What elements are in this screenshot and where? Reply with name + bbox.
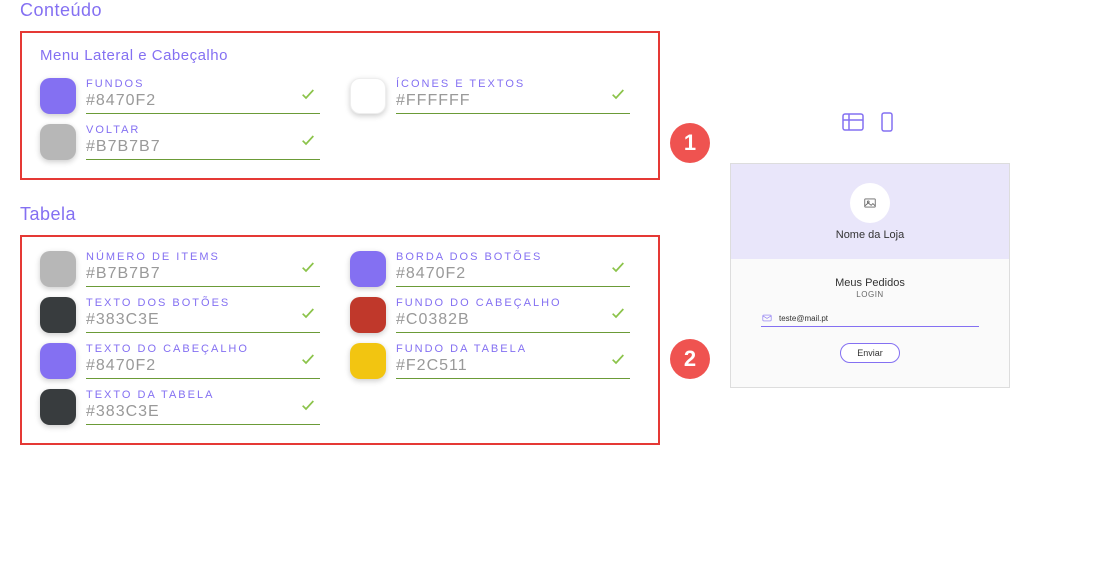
preview-body-title: Meus Pedidos	[835, 277, 905, 289]
color-input[interactable]: BORDA DOS BOTÕES #8470F2	[396, 251, 630, 287]
field-value: #B7B7B7	[86, 138, 320, 156]
tabela-field: TEXTO DOS BOTÕES #383C3E	[40, 297, 320, 333]
color-input[interactable]: TEXTO DOS BOTÕES #383C3E	[86, 297, 320, 333]
check-icon	[298, 259, 318, 280]
tabela-field: FUNDO DO CABEÇALHO #C0382B	[350, 297, 630, 333]
menu-section-title: Menu Lateral e Cabeçalho	[40, 47, 640, 64]
check-icon	[608, 86, 628, 107]
color-input[interactable]: FUNDO DO CABEÇALHO #C0382B	[396, 297, 630, 333]
mail-icon	[761, 313, 773, 323]
color-swatch[interactable]	[350, 297, 386, 333]
check-icon	[298, 86, 318, 107]
tabela-field: BORDA DOS BOTÕES #8470F2	[350, 251, 630, 287]
field-label: ÍCONES E TEXTOS	[396, 78, 630, 90]
page-title: Conteúdo	[20, 0, 660, 21]
preview-email-value: teste@mail.pt	[779, 314, 828, 323]
color-swatch[interactable]	[40, 124, 76, 160]
field-label: BORDA DOS BOTÕES	[396, 251, 630, 263]
menu-field: FUNDOS #8470F2	[40, 78, 320, 114]
color-input[interactable]: ÍCONES E TEXTOS #FFFFFF	[396, 78, 630, 114]
check-icon	[608, 259, 628, 280]
tabela-field: TEXTO DA TABELA #383C3E	[40, 389, 320, 425]
preview-send-button[interactable]: Enviar	[840, 343, 900, 363]
color-input[interactable]: TEXTO DO CABEÇALHO #8470F2	[86, 343, 320, 379]
preview-body-subtitle: LOGIN	[856, 290, 883, 299]
color-swatch[interactable]	[40, 78, 76, 114]
color-swatch[interactable]	[350, 78, 386, 114]
field-value: #FFFFFF	[396, 92, 630, 110]
menu-section-box: 1 Menu Lateral e Cabeçalho FUNDOS#8470F2…	[20, 31, 660, 180]
color-input[interactable]: FUNDO DA TABELA #F2C511	[396, 343, 630, 379]
field-value: #383C3E	[86, 403, 320, 421]
field-label: TEXTO DO CABEÇALHO	[86, 343, 320, 355]
field-value: #F2C511	[396, 357, 630, 375]
field-value: #8470F2	[396, 265, 630, 283]
tabela-field: FUNDO DA TABELA #F2C511	[350, 343, 630, 379]
preview-email-input[interactable]: teste@mail.pt	[761, 313, 979, 327]
menu-field: ÍCONES E TEXTOS #FFFFFF	[350, 78, 630, 114]
color-swatch[interactable]	[350, 343, 386, 379]
field-label: FUNDO DO CABEÇALHO	[396, 297, 630, 309]
check-icon	[298, 351, 318, 372]
preview-store-name: Nome da Loja	[836, 229, 905, 241]
field-value: #383C3E	[86, 311, 320, 329]
color-swatch[interactable]	[40, 343, 76, 379]
field-value: #B7B7B7	[86, 265, 320, 283]
color-input[interactable]: FUNDOS #8470F2	[86, 78, 320, 114]
field-label: NÚMERO DE ITEMS	[86, 251, 320, 263]
preview-panel: Nome da Loja Meus Pedidos LOGIN teste@ma…	[730, 163, 1010, 388]
color-input[interactable]: NÚMERO DE ITEMS #B7B7B7	[86, 251, 320, 287]
check-icon	[298, 132, 318, 153]
field-label: TEXTO DA TABELA	[86, 389, 320, 401]
preview-logo	[850, 183, 890, 223]
field-value: #8470F2	[86, 92, 320, 110]
color-input[interactable]: VOLTAR #B7B7B7	[86, 124, 320, 160]
check-icon	[298, 305, 318, 326]
tabela-field: TEXTO DO CABEÇALHO #8470F2	[40, 343, 320, 379]
desktop-view-icon[interactable]	[841, 110, 865, 139]
preview-header: Nome da Loja	[731, 164, 1009, 259]
mobile-view-icon[interactable]	[875, 110, 899, 139]
color-swatch[interactable]	[40, 297, 76, 333]
check-icon	[608, 351, 628, 372]
field-label: FUNDO DA TABELA	[396, 343, 630, 355]
color-input[interactable]: TEXTO DA TABELA #383C3E	[86, 389, 320, 425]
tabela-field: NÚMERO DE ITEMS #B7B7B7	[40, 251, 320, 287]
field-label: TEXTO DOS BOTÕES	[86, 297, 320, 309]
check-icon	[608, 305, 628, 326]
field-value: #8470F2	[86, 357, 320, 375]
field-label: FUNDOS	[86, 78, 320, 90]
tabela-section-box: 2 NÚMERO DE ITEMS#B7B7B7BORDA DOS BOTÕES…	[20, 235, 660, 445]
tabela-title: Tabela	[20, 204, 660, 225]
menu-field: VOLTAR #B7B7B7	[40, 124, 320, 160]
field-label: VOLTAR	[86, 124, 320, 136]
color-swatch[interactable]	[350, 251, 386, 287]
color-swatch[interactable]	[40, 389, 76, 425]
check-icon	[298, 397, 318, 418]
color-swatch[interactable]	[40, 251, 76, 287]
field-value: #C0382B	[396, 311, 630, 329]
